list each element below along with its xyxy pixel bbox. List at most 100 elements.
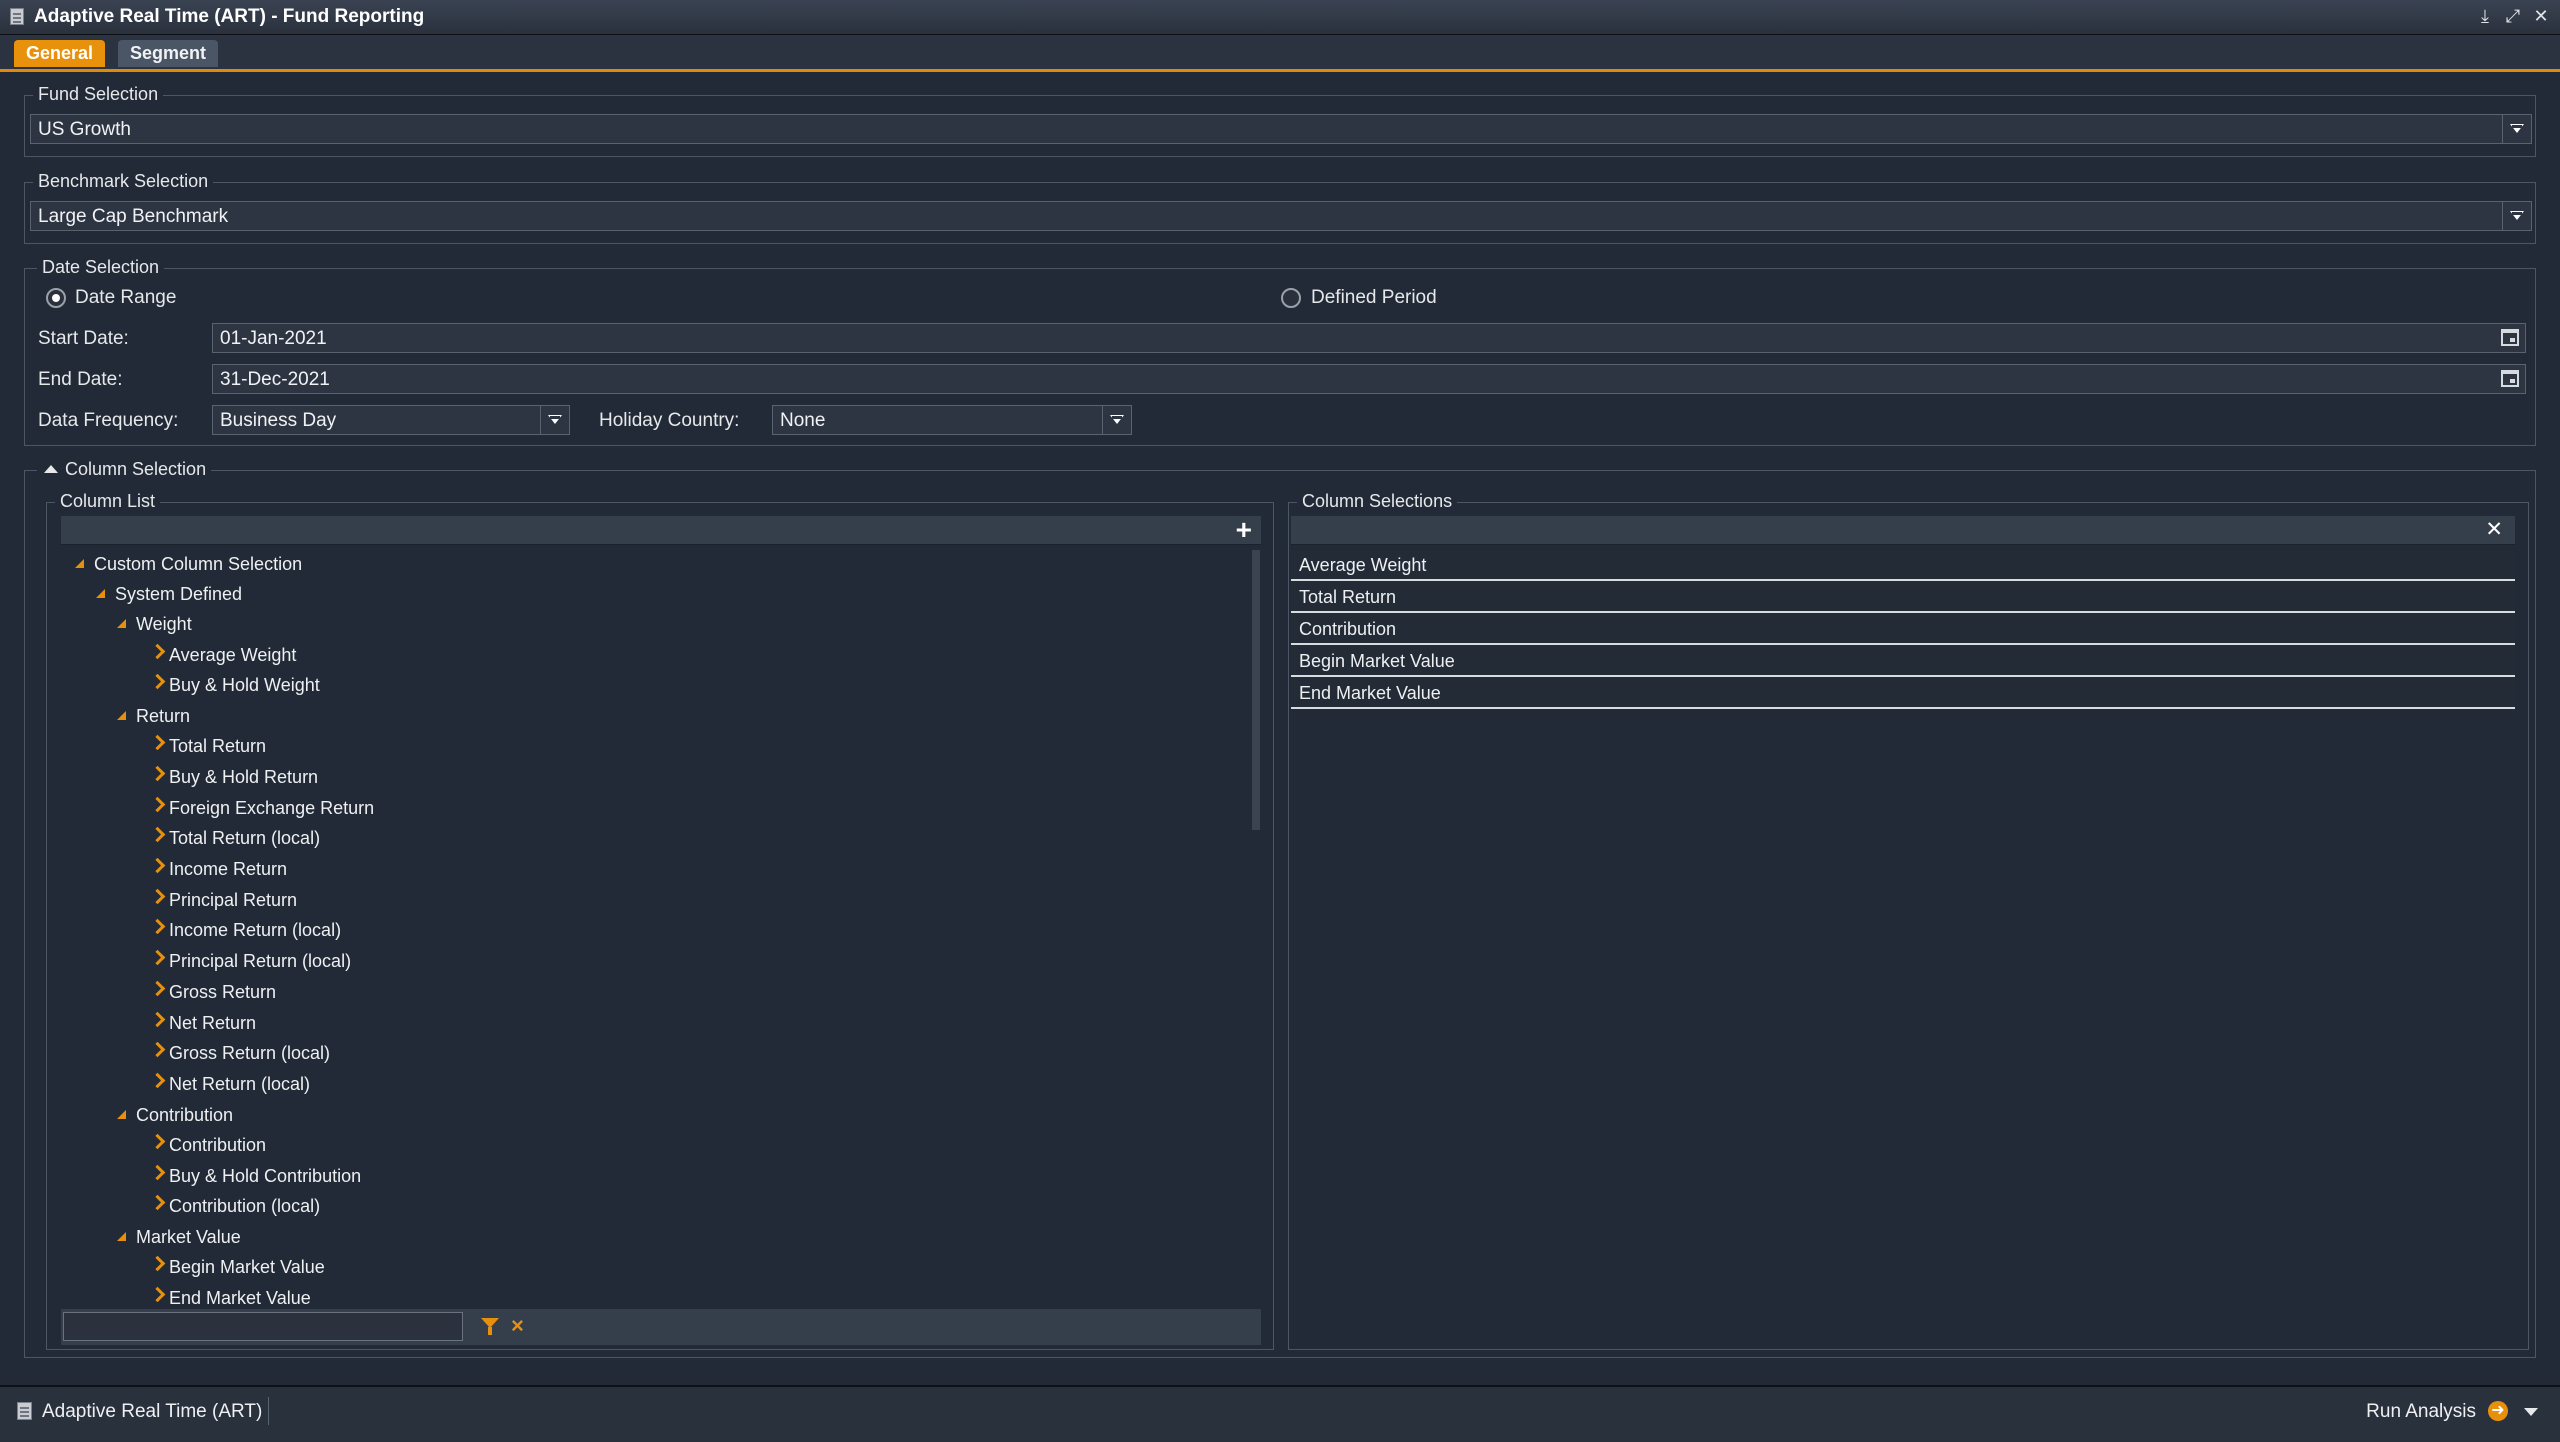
selected-column-row[interactable]: End Market Value	[1291, 678, 2515, 709]
clear-all-icon[interactable]: ✕	[2485, 517, 2503, 542]
selected-column-row[interactable]: Total Return	[1291, 582, 2515, 613]
tree-label: Contribution	[169, 1134, 267, 1155]
tree-item[interactable]: Income Return	[61, 855, 1241, 883]
chevron-right-icon[interactable]	[149, 827, 166, 843]
tree-item[interactable]: Buy & Hold Contribution	[61, 1162, 1241, 1190]
holiday-country-select[interactable]: None	[772, 405, 1132, 435]
tree-item[interactable]: Total Return	[61, 732, 1241, 760]
status-app-name: Adaptive Real Time (ART)	[42, 1401, 263, 1422]
tree-scrollbar[interactable]	[1252, 550, 1260, 830]
chevron-down-icon[interactable]	[2502, 115, 2531, 143]
run-dropdown-icon[interactable]	[2524, 1408, 2538, 1416]
benchmark-select-value: Large Cap Benchmark	[38, 206, 229, 227]
close-icon[interactable]: ✕	[2532, 4, 2550, 28]
clear-filter-icon[interactable]: ×	[511, 1315, 524, 1337]
chevron-right-icon[interactable]	[149, 1255, 166, 1272]
chevron-right-icon[interactable]	[149, 765, 166, 782]
tree-group[interactable]: System Defined	[61, 580, 1241, 608]
tree-item[interactable]: Gross Return	[61, 978, 1241, 1006]
expand-triangle-icon[interactable]	[117, 1231, 126, 1241]
collapse-icon[interactable]	[44, 465, 58, 473]
date-range-radio[interactable]	[46, 288, 66, 308]
calendar-icon[interactable]	[2501, 370, 2519, 387]
chevron-right-icon[interactable]	[149, 949, 166, 966]
download-icon[interactable]: ⤓	[2476, 4, 2494, 28]
filter-icon[interactable]	[481, 1318, 499, 1335]
data-frequency-select[interactable]: Business Day	[212, 405, 570, 435]
status-bar: Adaptive Real Time (ART) Run Analysis ➜	[0, 1385, 2560, 1442]
tree-group[interactable]: Market Value	[61, 1223, 1241, 1251]
chevron-right-icon[interactable]	[149, 1072, 166, 1089]
start-date-field[interactable]: 01-Jan-2021	[212, 323, 2526, 353]
selected-column-row[interactable]: Begin Market Value	[1291, 646, 2515, 677]
tree-item[interactable]: Total Return (local)	[61, 824, 1241, 852]
selected-column-row[interactable]: Average Weight	[1291, 550, 2515, 581]
tree-item[interactable]: Net Return (local)	[61, 1070, 1241, 1098]
defined-period-radio[interactable]	[1281, 288, 1301, 308]
add-icon[interactable]: +	[1236, 514, 1252, 546]
tree-item[interactable]: Income Return (local)	[61, 916, 1241, 944]
chevron-right-icon[interactable]	[149, 734, 166, 751]
restore-icon[interactable]: ⤢	[2504, 4, 2522, 28]
filter-input[interactable]	[63, 1312, 463, 1341]
chevron-right-icon[interactable]	[149, 1133, 166, 1150]
end-date-field[interactable]: 31-Dec-2021	[212, 364, 2526, 394]
tree-item[interactable]: Net Return	[61, 1009, 1241, 1037]
chevron-right-icon[interactable]	[149, 1041, 166, 1058]
tree-item[interactable]: End Market Value	[61, 1284, 1241, 1307]
tree-item[interactable]: Begin Market Value	[61, 1253, 1241, 1281]
column-selection-legend[interactable]: Column Selection	[37, 459, 212, 480]
tree-item[interactable]: Buy & Hold Weight	[61, 671, 1241, 699]
tree-group[interactable]: Custom Column Selection	[61, 550, 1241, 578]
tree-label: Gross Return (local)	[169, 1043, 331, 1064]
tree-label: Market Value	[136, 1226, 241, 1247]
tree-item[interactable]: Principal Return	[61, 886, 1241, 914]
chevron-right-icon[interactable]	[149, 980, 166, 997]
expand-triangle-icon[interactable]	[75, 559, 84, 568]
tree-item[interactable]: Contribution	[61, 1131, 1241, 1159]
tree-item[interactable]: Foreign Exchange Return	[61, 794, 1241, 822]
tree-group[interactable]: Weight	[61, 610, 1241, 638]
run-analysis-button[interactable]: Run Analysis	[2366, 1401, 2476, 1423]
calendar-icon[interactable]	[2501, 329, 2519, 346]
expand-triangle-icon[interactable]	[96, 589, 105, 599]
chevron-down-icon[interactable]	[540, 406, 569, 434]
selected-column-label: Average Weight	[1299, 555, 1427, 575]
chevron-right-icon[interactable]	[149, 888, 166, 904]
tree-group[interactable]: Contribution	[61, 1101, 1241, 1129]
selected-columns-list: Average Weight Total Return Contribution Be…	[1291, 550, 2515, 1340]
chevron-right-icon[interactable]	[149, 857, 166, 874]
tree-group[interactable]: Return	[61, 702, 1241, 730]
tree-item[interactable]: Contribution (local)	[61, 1192, 1241, 1220]
expand-triangle-icon[interactable]	[117, 619, 126, 629]
column-selections-group: Column Selections ✕ Average Weight Total …	[1288, 491, 2529, 1350]
chevron-right-icon[interactable]	[149, 674, 166, 690]
chevron-right-icon[interactable]	[149, 1164, 166, 1180]
chevron-down-icon[interactable]	[2502, 202, 2531, 230]
chevron-right-icon[interactable]	[149, 919, 166, 935]
chevron-right-icon[interactable]	[149, 796, 166, 812]
benchmark-select[interactable]: Large Cap Benchmark	[30, 201, 2532, 231]
expand-triangle-icon[interactable]	[117, 1109, 126, 1119]
tree-item[interactable]: Gross Return (local)	[61, 1039, 1241, 1067]
tab-segment[interactable]: Segment	[118, 40, 219, 67]
tree-item[interactable]: Average Weight	[61, 641, 1241, 669]
fund-selection-legend: Fund Selection	[33, 84, 164, 105]
column-list-legend: Column List	[55, 491, 161, 512]
selected-column-row[interactable]: Contribution	[1291, 614, 2515, 645]
run-arrow-icon[interactable]: ➜	[2488, 1401, 2508, 1421]
end-date-value: 31-Dec-2021	[220, 369, 330, 390]
expand-triangle-icon[interactable]	[117, 711, 126, 720]
chevron-right-icon[interactable]	[149, 1011, 166, 1027]
chevron-right-icon[interactable]	[149, 1286, 166, 1303]
tab-strip: General Segment	[0, 35, 2560, 72]
tree-item[interactable]: Principal Return (local)	[61, 947, 1241, 975]
fund-select[interactable]: US Growth	[30, 114, 2532, 144]
selected-column-label: Begin Market Value	[1299, 651, 1455, 671]
tab-general[interactable]: General	[14, 40, 106, 67]
chevron-down-icon[interactable]	[1102, 406, 1131, 434]
tree-label: System Defined	[115, 584, 243, 605]
tree-item[interactable]: Buy & Hold Return	[61, 763, 1241, 791]
chevron-right-icon[interactable]	[149, 1194, 166, 1211]
chevron-right-icon[interactable]	[149, 643, 166, 659]
